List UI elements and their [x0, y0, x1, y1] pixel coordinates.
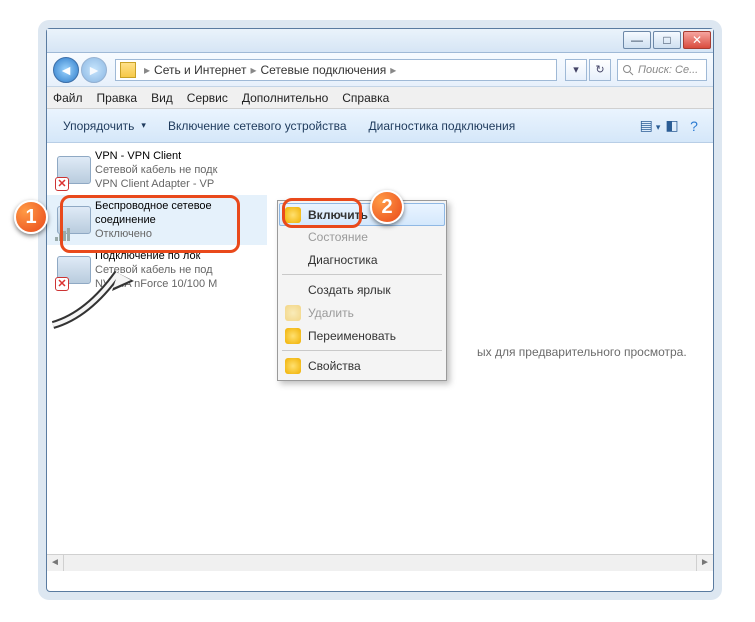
item-status: Сетевой кабель не подк [95, 163, 261, 177]
callout-marker-2: 2 [370, 190, 404, 224]
search-placeholder: Поиск: Се... [638, 64, 698, 76]
ctx-rename[interactable]: Переименовать [280, 324, 444, 347]
ctx-enable-label: Включить [308, 208, 368, 222]
callout-arrow [48, 265, 138, 335]
menu-help[interactable]: Справка [342, 91, 389, 105]
connection-item-wireless[interactable]: Беспроводное сетевое соединение Отключен… [47, 195, 267, 245]
ctx-separator [282, 274, 442, 275]
location-icon [120, 62, 136, 78]
shield-icon [285, 358, 301, 374]
ctx-properties-label: Свойства [308, 359, 361, 373]
ctx-status: Состояние [280, 225, 444, 248]
close-button[interactable]: ✕ [683, 31, 711, 49]
ctx-separator [282, 350, 442, 351]
titlebar: — □ ✕ [47, 29, 713, 53]
maximize-button[interactable]: □ [653, 31, 681, 49]
forward-button[interactable]: ► [81, 57, 107, 83]
breadcrumb-seg-2[interactable]: Сетевые подключения [260, 63, 386, 77]
error-x-icon: ✕ [55, 177, 69, 191]
window-controls: — □ ✕ [621, 31, 711, 49]
ctx-properties[interactable]: Свойства [280, 354, 444, 377]
horizontal-scrollbar[interactable]: ◄ ► [47, 554, 713, 571]
ctx-delete: Удалить [280, 301, 444, 324]
scroll-right-arrow[interactable]: ► [696, 555, 713, 571]
menu-file[interactable]: Файл [53, 91, 83, 105]
ctx-delete-label: Удалить [308, 306, 354, 320]
view-mode-button[interactable]: ▤ [639, 117, 661, 134]
ctx-rename-label: Переименовать [308, 329, 396, 343]
connection-item-vpn[interactable]: ✕ VPN - VPN Client Сетевой кабель не под… [47, 145, 267, 195]
preview-pane-button[interactable]: ◧ [661, 117, 683, 134]
ctx-enable[interactable]: Включить [279, 203, 445, 226]
menu-extra[interactable]: Дополнительно [242, 91, 328, 105]
minimize-button[interactable]: — [623, 31, 651, 49]
back-button[interactable]: ◄ [53, 57, 79, 83]
breadcrumb[interactable]: ▸ Сеть и Интернет ▸ Сетевые подключения … [115, 59, 557, 81]
address-bar-row: ◄ ► ▸ Сеть и Интернет ▸ Сетевые подключе… [47, 53, 713, 87]
menu-view[interactable]: Вид [151, 91, 173, 105]
item-title: Беспроводное сетевое соединение [95, 199, 261, 227]
breadcrumb-seg-1[interactable]: Сеть и Интернет [154, 63, 246, 77]
search-icon [622, 64, 634, 76]
shield-icon [285, 207, 301, 223]
help-button[interactable]: ? [683, 118, 705, 134]
menu-tools[interactable]: Сервис [187, 91, 228, 105]
ctx-diagnostics[interactable]: Диагностика [280, 248, 444, 271]
command-bar: Упорядочить Включение сетевого устройств… [47, 109, 713, 143]
wifi-signal-icon [55, 228, 70, 241]
menu-bar: Файл Правка Вид Сервис Дополнительно Спр… [47, 87, 713, 109]
item-status: Отключено [95, 227, 261, 241]
menu-edit[interactable]: Правка [97, 91, 138, 105]
diagnose-button[interactable]: Диагностика подключения [361, 115, 524, 137]
explorer-window: — □ ✕ ◄ ► ▸ Сеть и Интернет ▸ Сетевые по… [46, 28, 714, 592]
enable-device-button[interactable]: Включение сетевого устройства [160, 115, 355, 137]
item-title: Подключение по лок [95, 249, 261, 263]
shield-icon [285, 328, 301, 344]
item-device: VPN Client Adapter - VP [95, 177, 261, 191]
context-menu: Включить Состояние Диагностика Создать я… [277, 200, 447, 381]
ctx-create-shortcut[interactable]: Создать ярлык [280, 278, 444, 301]
refresh-button[interactable]: ↻ [589, 59, 611, 81]
shield-icon [285, 305, 301, 321]
search-input[interactable]: Поиск: Се... [617, 59, 707, 81]
item-title: VPN - VPN Client [95, 149, 261, 163]
scroll-left-arrow[interactable]: ◄ [47, 555, 64, 571]
breadcrumb-sep: ▸ [246, 63, 260, 77]
breadcrumb-sep: ▸ [386, 63, 400, 77]
breadcrumb-sep: ▸ [140, 63, 154, 77]
preview-pane-text: ых для предварительного просмотра. [477, 345, 687, 359]
organize-button[interactable]: Упорядочить [55, 115, 154, 137]
callout-marker-1: 1 [14, 200, 48, 234]
history-dropdown[interactable]: ▾ [565, 59, 587, 81]
